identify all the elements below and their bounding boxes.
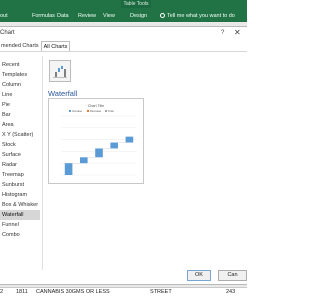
category-box-whisker[interactable]: Box & Whisker: [0, 200, 40, 210]
preview-gridlines: [61, 115, 137, 176]
waterfall-bar: [125, 136, 134, 143]
category-column[interactable]: Column: [0, 80, 40, 90]
legend-swatch-decrease: [87, 110, 89, 112]
category-waterfall[interactable]: Waterfall: [0, 210, 40, 220]
chart-type-heading: Waterfall: [48, 89, 78, 98]
waterfall-bar: [95, 148, 103, 158]
ribbon-tab-design[interactable]: Design: [130, 12, 147, 21]
legend-total: Total: [108, 109, 114, 113]
help-button[interactable]: ?: [221, 29, 224, 37]
row-cell-4[interactable]: STREET: [150, 289, 172, 296]
context-tab-group: Table Tools: [121, 0, 151, 8]
legend-swatch-increase: [69, 110, 71, 112]
legend-increase: Increase: [72, 109, 83, 113]
category-line[interactable]: Line: [0, 90, 40, 100]
preview-bars: [64, 136, 134, 175]
ribbon-tab-layout[interactable]: out: [0, 12, 8, 21]
category-funnel[interactable]: Funnel: [0, 220, 40, 230]
row-cell-1[interactable]: 2: [0, 289, 3, 296]
chart-subtype-thumbnail[interactable]: [49, 60, 71, 82]
ribbon-tab-data[interactable]: Data: [57, 12, 69, 21]
category-templates[interactable]: Templates: [0, 70, 40, 80]
waterfall-preview-chart: Chart Title Increase Decrease Total: [61, 104, 137, 176]
legend-decrease: Decrease: [90, 109, 102, 113]
category-treemap[interactable]: Treemap: [0, 170, 40, 180]
ok-button[interactable]: OK: [187, 270, 211, 281]
waterfall-bar: [64, 163, 73, 175]
dialog-title: Chart: [0, 30, 15, 36]
preview-chart-title: Chart Title: [88, 104, 104, 108]
category-bar[interactable]: Bar: [0, 110, 40, 120]
ribbon: Table Tools out Formulas Data Review Vie…: [0, 0, 247, 22]
chart-preview[interactable]: Chart Title Increase Decrease Total: [48, 98, 144, 184]
tab-divider: [0, 51, 247, 52]
ribbon-tab-view[interactable]: View: [103, 12, 115, 21]
category-combo[interactable]: Combo: [0, 230, 40, 240]
pane-divider: [42, 56, 43, 270]
row-cell-5[interactable]: 243: [226, 289, 235, 296]
category-histogram[interactable]: Histogram: [0, 190, 40, 200]
category-surface[interactable]: Surface: [0, 150, 40, 160]
worksheet-row: 2 1811 CANNABIS 30GMS OR LESS STREET 243: [0, 287, 247, 296]
cancel-button[interactable]: Can: [218, 270, 247, 281]
category-pie[interactable]: Pie: [0, 100, 40, 110]
waterfall-bar: [80, 157, 88, 164]
tell-me-box[interactable]: Tell me what you want to do: [167, 12, 235, 21]
ribbon-tab-review[interactable]: Review: [78, 12, 96, 21]
insert-chart-dialog: Chart ? ✕ mended Charts All Charts Recen…: [0, 26, 247, 285]
legend-swatch-total: [105, 110, 107, 112]
close-icon[interactable]: ✕: [234, 28, 241, 37]
category-sunburst[interactable]: Sunburst: [0, 180, 40, 190]
category-area[interactable]: Area: [0, 120, 40, 130]
preview-legend: Increase Decrease Total: [69, 109, 114, 113]
category-xy-scatter[interactable]: X Y (Scatter): [0, 130, 40, 140]
row-cell-2[interactable]: 1811: [16, 289, 28, 296]
waterfall-bar: [110, 142, 118, 149]
category-recent[interactable]: Recent: [0, 60, 40, 70]
row-cell-3[interactable]: CANNABIS 30GMS OR LESS: [36, 289, 110, 296]
ribbon-tab-formulas[interactable]: Formulas: [32, 12, 55, 21]
category-radar[interactable]: Radar: [0, 160, 40, 170]
lightbulb-icon: [160, 13, 165, 18]
category-stock[interactable]: Stock: [0, 140, 40, 150]
waterfall-chart-icon: [53, 66, 67, 78]
